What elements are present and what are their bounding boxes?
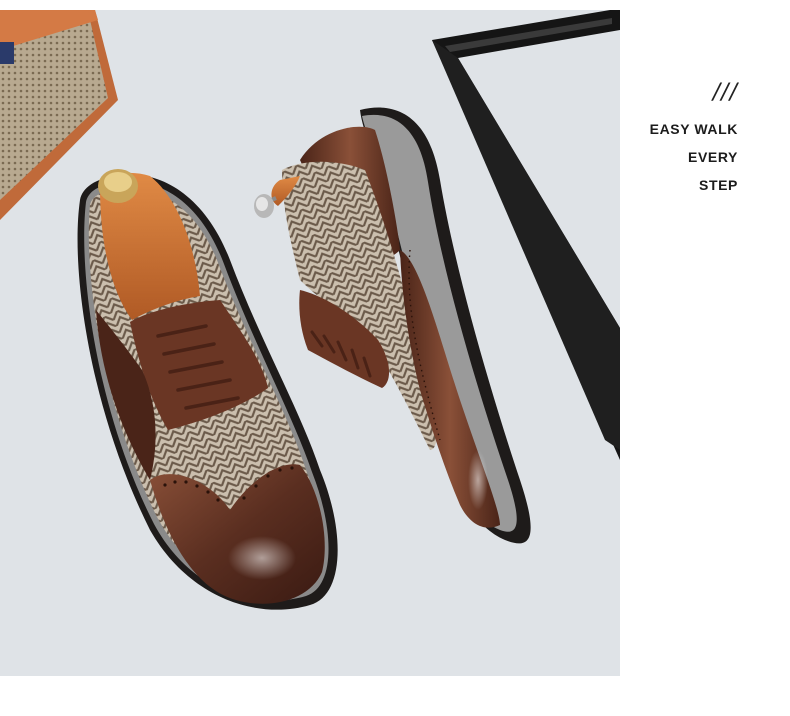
tagline-line-2: EVERY	[688, 149, 738, 165]
tagline: /// EASY WALK EVERY STEP	[650, 80, 738, 199]
tagline-line-1: EASY WALK	[649, 121, 738, 137]
product-photo	[0, 10, 620, 676]
tagline-line-3: STEP	[699, 177, 738, 193]
decorative-slashes: ///	[712, 80, 738, 105]
